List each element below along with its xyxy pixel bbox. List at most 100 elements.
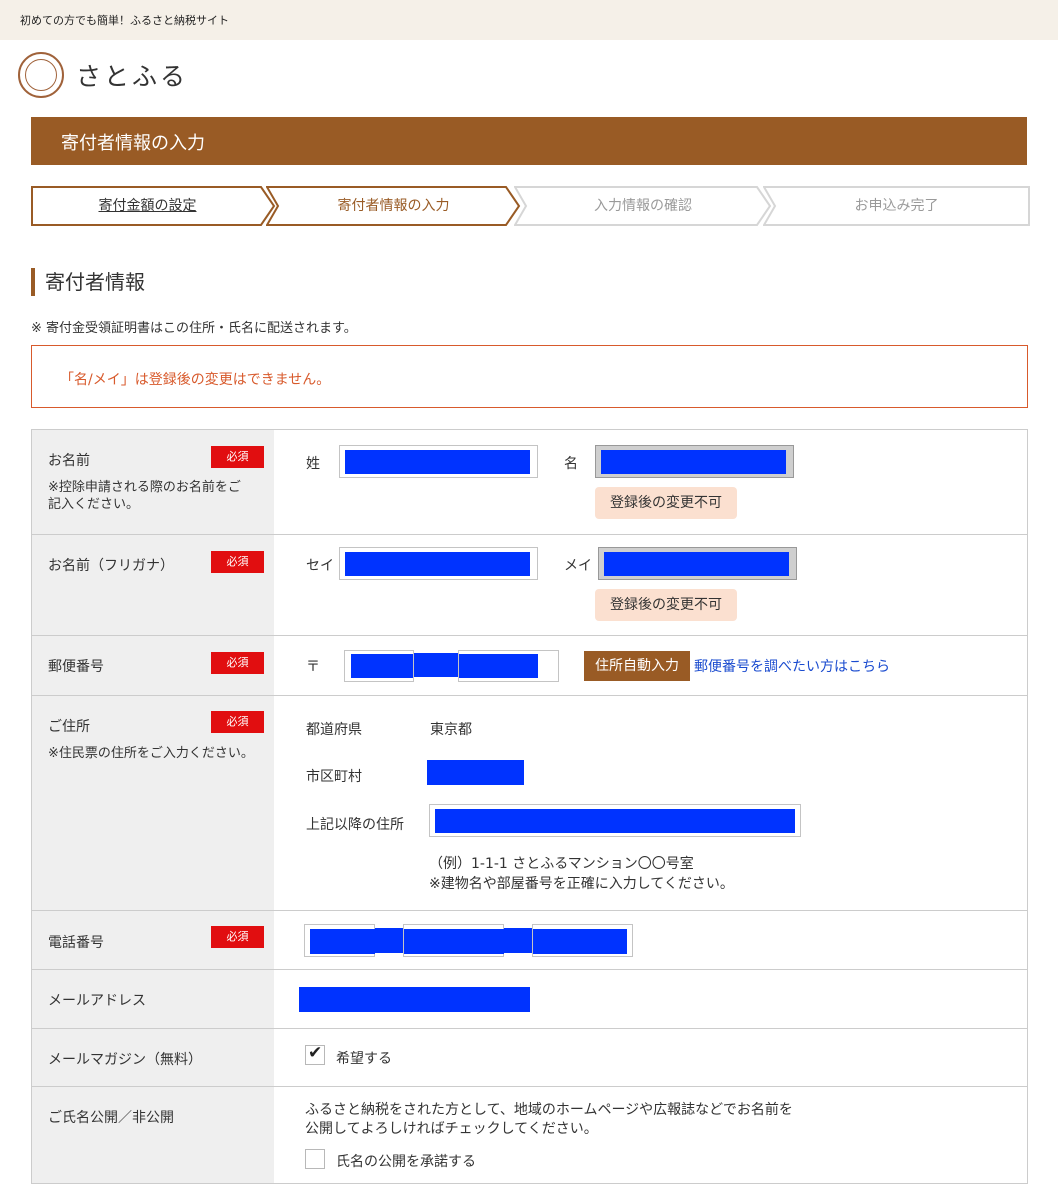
street-label: 上記以降の住所 (306, 817, 404, 833)
publish-option-label[interactable]: 氏名の公開を承諾する (336, 1151, 476, 1171)
magazine-label: メールマガジン（無料） (48, 1052, 202, 1068)
last-kana-input[interactable] (339, 547, 538, 580)
row-postal: 郵便番号 必須 〒 住所自動入力 郵便番号を調べたい方はこちら (32, 636, 1027, 696)
row-header: 電話番号 必須 (32, 911, 274, 969)
prefecture-label: 都道府県 (306, 722, 362, 738)
row-body: 〒 住所自動入力 郵便番号を調べたい方はこちら (274, 636, 1027, 695)
redacted-value (375, 928, 403, 953)
required-badge: 必須 (211, 652, 264, 674)
step-progress: 寄付金額の設定 寄付者情報の入力 入力情報の確認 お申込み完了 (31, 186, 1030, 226)
row-body (274, 970, 1027, 1028)
city-label: 市区町村 (306, 769, 362, 785)
row-header: メールアドレス (32, 970, 274, 1028)
name-label: お名前 (48, 453, 90, 469)
redacted-value (404, 929, 504, 954)
address-label: ご住所 (48, 719, 90, 735)
required-badge: 必須 (211, 711, 264, 733)
first-kana-input[interactable] (598, 547, 797, 580)
first-name-input[interactable] (595, 445, 794, 478)
magazine-checkbox[interactable]: ✔ (305, 1043, 325, 1065)
logo-name: さとふる (76, 62, 189, 91)
row-header: お名前（フリガナ） 必須 (32, 535, 274, 635)
redacted-value (414, 653, 458, 677)
address-example-note: ※建物名や部屋番号を正確に入力してください。 (429, 876, 734, 892)
magazine-option-label[interactable]: 希望する (336, 1048, 392, 1068)
step-4: お申込み完了 (763, 186, 1030, 226)
row-kana: お名前（フリガナ） 必須 セイ メイ 登録後の変更不可 (32, 535, 1027, 636)
first-name-label: 名 (564, 456, 578, 472)
redacted-value (601, 450, 786, 474)
phone-1-input[interactable] (304, 924, 375, 957)
postal-lookup-link[interactable]: 郵便番号を調べたい方はこちら (694, 656, 890, 676)
section-heading: 寄付者情報 (31, 268, 145, 296)
step-1[interactable]: 寄付金額の設定 (31, 186, 276, 226)
page-title-bar: 寄付者情報の入力 (31, 117, 1027, 165)
name-note: ※控除申請される際のお名前をご記入ください。 (48, 480, 241, 512)
phone-2-input[interactable] (403, 924, 504, 957)
publish-label: ご氏名公開／非公開 (48, 1110, 174, 1126)
site-tagline: 初めての方でも簡単！ふるさと納税サイト (20, 14, 229, 27)
redacted-value (345, 450, 530, 474)
warning-text: 「名/メイ」は登録後の変更はできません。 (60, 372, 331, 388)
donor-form: お名前 必須 ※控除申請される際のお名前をご記入ください。 姓 名 登録後の変更… (31, 429, 1028, 1184)
row-body (274, 911, 1027, 969)
postal-mark: 〒 (306, 659, 320, 675)
address-note: ※住民票の住所をご入力ください。 (48, 746, 254, 761)
street-input[interactable] (429, 804, 801, 837)
last-name-input[interactable] (339, 445, 538, 478)
step-3: 入力情報の確認 (514, 186, 772, 226)
postal-code-2-input[interactable] (458, 650, 559, 682)
warning-box: 「名/メイ」は登録後の変更はできません。 (31, 345, 1028, 408)
address-autofill-button[interactable]: 住所自動入力 (584, 651, 690, 681)
city-value-redacted (427, 760, 524, 785)
row-phone: 電話番号 必須 (32, 911, 1027, 970)
publish-checkbox[interactable] (305, 1149, 325, 1169)
top-bar: 初めての方でも簡単！ふるさと納税サイト (0, 0, 1058, 40)
step-3-label: 入力情報の確認 (594, 198, 692, 214)
redacted-value (504, 928, 532, 953)
last-name-label: 姓 (306, 456, 320, 472)
row-body: セイ メイ 登録後の変更不可 (274, 535, 1027, 635)
row-body: 都道府県 東京都 市区町村 上記以降の住所 （例）1-1-1 さとふるマンション… (274, 696, 1027, 910)
required-badge: 必須 (211, 926, 264, 948)
checkmark-icon: ✔ (308, 1043, 323, 1063)
first-kana-label: メイ (564, 558, 592, 574)
required-badge: 必須 (211, 551, 264, 573)
row-header: お名前 必須 ※控除申請される際のお名前をご記入ください。 (32, 430, 274, 534)
redacted-value (351, 654, 413, 678)
row-email: メールアドレス (32, 970, 1027, 1029)
phone-3-input[interactable] (532, 924, 633, 957)
step-1-label[interactable]: 寄付金額の設定 (31, 186, 276, 226)
row-header: ご住所 必須 ※住民票の住所をご入力ください。 (32, 696, 274, 910)
row-header: ご氏名公開／非公開 (32, 1087, 274, 1183)
publish-description-line1: ふるさと納税をされた方として、地域のホームページや広報誌などでお名前を (305, 1102, 793, 1118)
row-magazine: メールマガジン（無料） ✔ 希望する (32, 1029, 1027, 1087)
email-label: メールアドレス (48, 993, 146, 1009)
last-kana-label: セイ (306, 558, 334, 574)
row-body: ✔ 希望する (274, 1029, 1027, 1086)
row-body: ふるさと納税をされた方として、地域のホームページや広報誌などでお名前を 公開して… (274, 1087, 1027, 1183)
row-publish: ご氏名公開／非公開 ふるさと納税をされた方として、地域のホームページや広報誌など… (32, 1087, 1027, 1183)
locked-tag: 登録後の変更不可 (595, 589, 737, 621)
step-2-label: 寄付者情報の入力 (337, 198, 450, 214)
row-name: お名前 必須 ※控除申請される際のお名前をご記入ください。 姓 名 登録後の変更… (32, 430, 1027, 535)
email-value-redacted (299, 987, 530, 1012)
publish-description-line2: 公開してよろしければチェックしてください。 (305, 1121, 598, 1137)
site-logo[interactable]: さとふる (18, 50, 188, 100)
step-4-label: お申込み完了 (854, 198, 939, 214)
redacted-value (604, 552, 789, 576)
address-example: （例）1-1-1 さとふるマンション〇〇号室 (429, 856, 694, 872)
row-header: 郵便番号 必須 (32, 636, 274, 695)
prefecture-value: 東京都 (430, 722, 472, 738)
phone-label: 電話番号 (48, 935, 104, 951)
redacted-value (435, 809, 795, 833)
row-address: ご住所 必須 ※住民票の住所をご入力ください。 都道府県 東京都 市区町村 上記… (32, 696, 1027, 911)
redacted-value (459, 654, 538, 678)
postal-code-1-input[interactable] (344, 650, 414, 682)
postal-label: 郵便番号 (48, 659, 104, 675)
kana-label: お名前（フリガナ） (48, 558, 174, 574)
certificate-note: ※ 寄付金受領証明書はこの住所・氏名に配送されます。 (31, 321, 357, 336)
page-title: 寄付者情報の入力 (61, 133, 205, 154)
step-2: 寄付者情報の入力 (266, 186, 521, 226)
redacted-value (310, 929, 375, 954)
